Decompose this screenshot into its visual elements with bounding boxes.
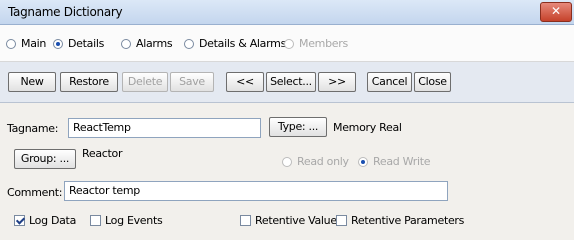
radio-icon [284,38,294,49]
type-button[interactable]: Type: ... [269,117,327,137]
comment-input[interactable]: Reactor temp [64,181,448,201]
radio-selected-icon [53,38,63,49]
previous-button[interactable]: << [226,72,264,92]
retentive-value-checkbox[interactable]: Retentive Value [240,214,337,227]
tab-alarms-label: Alarms [136,37,173,50]
close-icon: ✕ [550,4,562,18]
checkbox-checked-icon [14,215,25,226]
title-bar: Tagname Dictionary ✕ [0,0,574,25]
radio-icon [282,156,292,167]
group-button[interactable]: Group: ... [14,149,76,169]
radio-icon [184,38,194,49]
save-button: Save [170,72,214,92]
restore-button[interactable]: Restore [60,72,118,92]
retentive-parameters-label: Retentive Parameters [351,214,465,227]
tab-details[interactable]: Details [53,37,104,50]
read-only-radio: Read only [282,155,349,168]
log-events-label: Log Events [105,214,163,227]
read-write-label: Read Write [373,155,431,168]
read-write-radio: Read Write [358,155,430,168]
retentive-parameters-checkbox[interactable]: Retentive Parameters [336,214,464,227]
log-data-label: Log Data [29,214,77,227]
tagname-label: Tagname: [7,122,59,135]
radio-icon [121,38,131,49]
checkbox-icon [336,215,347,226]
log-events-checkbox[interactable]: Log Events [90,214,163,227]
cancel-button[interactable]: Cancel [367,72,412,92]
type-value: Memory Real [333,121,402,134]
window-title: Tagname Dictionary [8,5,123,19]
tab-members: Members [284,37,348,50]
tab-details-label: Details [68,37,105,50]
log-data-checkbox[interactable]: Log Data [14,214,76,227]
close-button[interactable]: Close [414,72,451,92]
select-button[interactable]: Select... [266,72,316,92]
checkbox-icon [240,215,251,226]
new-button[interactable]: New [8,72,56,92]
group-value: Reactor [82,147,123,160]
retentive-value-label: Retentive Value [255,214,337,227]
read-only-label: Read only [297,155,349,168]
tagname-input[interactable]: ReactTemp [68,118,261,138]
tab-main-label: Main [21,37,47,50]
tab-main[interactable]: Main [6,37,46,50]
checkbox-icon [90,215,101,226]
radio-icon [6,38,16,49]
radio-selected-icon [358,156,368,167]
delete-button: Delete [122,72,168,92]
comment-label: Comment: [7,186,63,199]
tab-members-label: Members [299,37,348,50]
tab-details-alarms[interactable]: Details & Alarms [184,37,286,50]
next-button[interactable]: >> [318,72,356,92]
close-window-button[interactable]: ✕ [540,2,572,22]
tab-alarms[interactable]: Alarms [121,37,173,50]
tab-details-alarms-label: Details & Alarms [199,37,287,50]
